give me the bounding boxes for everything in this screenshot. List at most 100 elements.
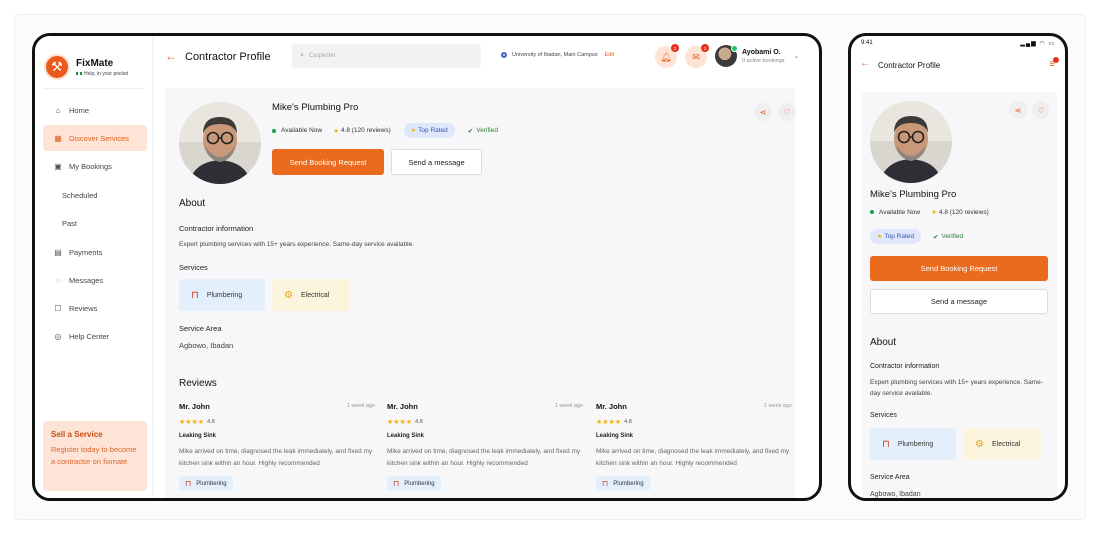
back-arrow-icon[interactable]: ← [860,58,870,69]
service-area-text: Agbowo, Ibadan [870,491,921,498]
review-service-tag: ⊓ Plumbering [387,476,441,491]
notification-count-badge: 2 [671,44,679,52]
contractor-photo [179,102,261,184]
sell-service-card[interactable]: Sell a Service Register today to become … [43,421,147,491]
avatar [715,45,738,67]
user-bookings-count: 0 active bookings [742,57,785,64]
logo-icon: ⚒ [44,54,70,80]
logo[interactable]: ⚒ FixMate Help, in your pocket [44,54,128,80]
user-menu[interactable]: Ayobami O. 0 active bookings ⌄ [715,45,799,67]
calendar-icon: ▣ [54,161,62,171]
profile-content: Mike's Plumbing Pro Available Now ★ 4.8 … [165,88,796,498]
sidebar-item-label: Messages [69,275,104,285]
review-time: 1 week ago [346,403,375,409]
review-card: Mr. John 1 week ago ★★★★ 4.8 Leaking Sink… [596,402,792,491]
availability-status: Available Now [281,127,323,134]
app-tagline: Help, in your pocket [76,71,128,77]
sidebar-item-label: Help Center [69,331,110,341]
star-icon: ★ [877,234,883,240]
page-title: Contractor Profile [185,51,271,63]
sidebar-item-my-bookings[interactable]: ▣ My Bookings [43,153,147,179]
messages-button[interactable]: ✉ 3 [685,44,709,68]
service-chip-electrical[interactable]: ⚙ Electrical [272,279,350,311]
chevron-down-icon: ⌄ [793,53,800,60]
sidebar-subitem-past[interactable]: Past [43,209,147,237]
availability-dot-icon [870,210,874,214]
review-stars: ★★★★ 4.8 [596,419,632,426]
plumbing-icon: ⊓ [191,289,199,301]
sidebar-subitem-scheduled[interactable]: Scheduled [43,181,147,209]
availability-dot-icon [272,128,276,133]
location-text: University of Ibadan, Main Campus [512,52,598,58]
verified-badge: ✔ Verified [467,127,498,135]
sidebar-item-discover-services[interactable]: ▦ Discover Services [43,125,147,151]
heart-icon: ♡ [783,107,791,117]
sidebar: ⚒ FixMate Help, in your pocket ⌂ Home ▦ … [35,36,153,498]
mobile-frame: 9:41 ▂▄▆ ◠ ▭ ← Contractor Profile ≡ ⋖ ♡ … [848,33,1068,501]
back-arrow-icon[interactable]: ← [165,49,177,63]
send-booking-request-button[interactable]: Send Booking Request [870,256,1048,281]
service-chip-plumbering[interactable]: ⊓ Plumbering [179,279,265,311]
search-icon: ⌕ [300,52,304,59]
service-area-text: Agbowo, Ibadan [179,341,234,350]
star-icon: ★★★★ [387,419,413,426]
contractor-name: Mike's Plumbing Pro [272,102,359,113]
check-icon: ✔ [933,233,939,241]
review-title: Leaking Sink [387,433,425,439]
message-icon: ✉ [692,51,700,62]
menu-icon[interactable]: ≡ [1049,57,1059,70]
service-chip-plumbering[interactable]: ⊓ Plumbering [870,428,956,460]
location-edit-link[interactable]: Edit [605,52,614,58]
star-icon: ★ [931,209,937,216]
plumbing-icon: ⊓ [882,438,890,450]
sidebar-nav: ⌂ Home ▦ Discover Services ▣ My Bookings… [43,97,147,351]
favorite-button[interactable]: ♡ [778,103,796,121]
divider [44,88,144,89]
share-button[interactable]: ⋖ [754,103,772,121]
send-message-button[interactable]: Send a message [870,289,1048,314]
sidebar-item-messages[interactable]: ◌ Messages [43,267,147,293]
review-title: Leaking Sink [596,433,634,439]
star-icon: ★★★★ [179,419,205,426]
verified-badge: ✔ Verified [933,233,964,241]
sidebar-item-reviews[interactable]: ☐ Reviews [43,295,147,321]
plumbing-icon: ⊓ [185,479,192,488]
sell-service-text: Register today to become a contractor on… [51,445,137,466]
send-booking-request-button[interactable]: Send Booking Request [272,149,384,175]
search-input[interactable]: ⌕ Carpenter [292,44,481,68]
services-heading: Services [179,263,208,272]
sidebar-item-payments[interactable]: ▤ Payments [43,239,147,265]
notifications-button[interactable]: 🔔︎ 2 [655,44,679,68]
sidebar-item-label: Reviews [69,303,98,313]
review-stars: ★★★★ 4.8 [179,419,215,426]
review-icon: ☐ [54,303,62,313]
services-heading: Services [870,412,897,419]
page-title: Contractor Profile [878,61,941,70]
chat-icon: ◌ [55,275,61,285]
about-heading: About [179,198,206,209]
sell-service-title: Sell a Service [51,430,103,439]
send-message-button[interactable]: Send a message [391,149,482,175]
sidebar-item-help-center[interactable]: ◎ Help Center [43,323,147,349]
sidebar-item-label: Payments [69,247,103,257]
favorite-button[interactable]: ♡ [1032,101,1050,119]
review-time: 1 week ago [763,403,792,409]
service-chip-electrical[interactable]: ⚙ Electrical [963,428,1041,460]
badges: ★ Top Rated ✔ Verified [870,229,963,244]
bell-icon: 🔔︎ [660,51,672,62]
contractor-name: Mike's Plumbing Pro [870,189,957,200]
contractor-meta: Available Now ★ 4.8 (120 reviews) ★ Top R… [272,123,498,138]
service-area-heading: Service Area [870,474,910,481]
star-icon: ★ [333,127,339,135]
review-time: 1 week ago [554,403,583,409]
review-text: Mike arrived on time, diagnosed the leak… [179,448,373,467]
rating-text: 4.8 (120 reviews) [340,127,391,134]
share-button[interactable]: ⋖ [1009,101,1027,119]
sidebar-item-home[interactable]: ⌂ Home [43,97,147,123]
review-stars: ★★★★ 4.8 [387,419,423,426]
reviewer-name: Mr. John [596,402,627,411]
topbar: ← Contractor Profile ⌕ Carpenter Univers… [153,36,819,78]
review-card: Mr. John 1 week ago ★★★★ 4.8 Leaking Sink… [179,402,375,491]
app-name: FixMate [76,57,114,69]
status-time: 9:41 [861,40,873,46]
